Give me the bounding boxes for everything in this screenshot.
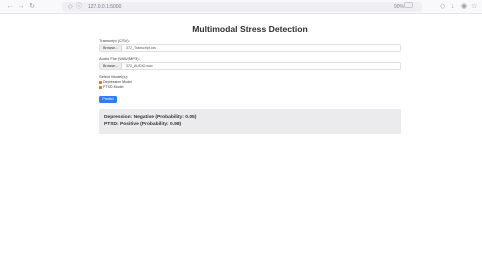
ptsd-model-checkbox[interactable] (99, 85, 102, 89)
shield-toolbar-icon[interactable]: ◇ (440, 3, 445, 11)
download-icon[interactable]: ↓ (451, 3, 455, 11)
predict-button[interactable]: Predict (99, 96, 117, 103)
depression-model-checkbox[interactable] (99, 80, 102, 84)
page-info-icon[interactable]: ⓘ (76, 3, 82, 11)
back-icon[interactable]: ← (6, 3, 14, 11)
page-title: Multimodal Stress Detection (192, 24, 308, 34)
audio-file-input[interactable]: Browse... 372_AUDIO.wav (99, 62, 401, 70)
transcript-filename: 372_Transcript.csv (126, 46, 157, 50)
reader-view-icon[interactable] (404, 2, 413, 8)
transcript-file-input[interactable]: Browse... 372_Transcript.csv (99, 44, 401, 52)
zoom-level[interactable]: 90% (394, 3, 404, 11)
ptsd-result: PTSD: Positive (Probability: 0.98) (104, 122, 182, 127)
extensions-icon[interactable]: ☆ (471, 3, 477, 11)
url-text: 127.0.0.1:5000 (88, 4, 122, 10)
audio-filename: 372_AUDIO.wav (126, 64, 153, 68)
ptsd-model-label[interactable]: PTSD Model (103, 85, 123, 89)
depression-model-label[interactable]: Depression Model (103, 80, 132, 84)
results-panel: Depression: Negative (Probability: 0.05)… (99, 109, 401, 134)
depression-result: Depression: Negative (Probability: 0.05) (104, 115, 197, 120)
audio-browse-button[interactable]: Browse... (100, 63, 122, 69)
account-icon[interactable]: ◉ (461, 3, 467, 11)
model-select-label: Select Model(s): (99, 74, 128, 79)
shield-icon[interactable]: ◇ (68, 3, 73, 11)
forward-icon[interactable]: → (17, 3, 25, 11)
transcript-browse-button[interactable]: Browse... (100, 45, 122, 51)
reload-icon[interactable]: ↻ (28, 3, 36, 11)
transcript-label: Transcript (CSV): (99, 38, 130, 43)
browser-toolbar: ← → ↻ ◇ ⓘ 127.0.0.1:5000 90% ◇ ↓ ◉ ☆ (0, 0, 482, 14)
address-bar[interactable]: ◇ ⓘ 127.0.0.1:5000 90% (62, 2, 422, 12)
audio-label: Audio File (WAV/MP3): (99, 56, 140, 61)
